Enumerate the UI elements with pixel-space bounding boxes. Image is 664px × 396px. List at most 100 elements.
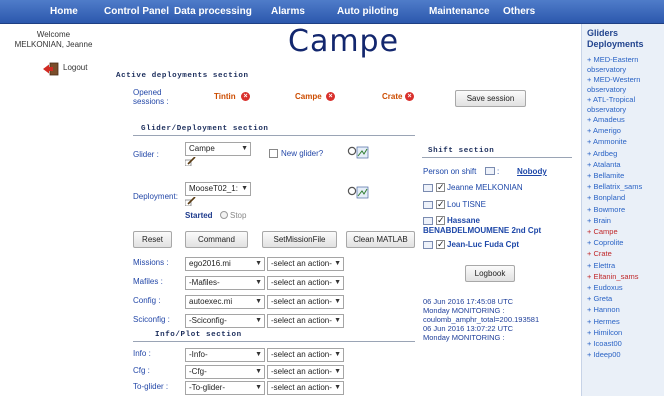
glider-list-item[interactable]: + Atalanta [587, 160, 664, 170]
chevron-down-icon: ▼ [255, 298, 262, 305]
sciconfig-select[interactable]: -Sciconfig- ▼ [185, 314, 265, 328]
command-button[interactable]: Command [185, 231, 248, 248]
glider-list-item[interactable]: + Icoast00 [587, 339, 664, 349]
close-session-tintin-icon[interactable]: × [241, 92, 250, 101]
set-mission-file-button[interactable]: SetMissionFile [262, 231, 337, 248]
glider-list-item[interactable]: + Greta [587, 294, 664, 304]
glider-list-item[interactable]: + Brain [587, 216, 664, 226]
nav-others[interactable]: Others [503, 0, 535, 24]
glider-list-item[interactable]: + Bellamite [587, 171, 664, 181]
shift-member-checkbox-1[interactable] [436, 182, 445, 193]
mafiles-select[interactable]: -Mafiles- ▼ [185, 276, 265, 290]
person-on-shift-value[interactable]: Nobody [517, 167, 547, 176]
left-user-panel: Welcome MELKONIAN, Jeanne Logout [0, 24, 107, 396]
glider-list-item[interactable]: + MED-Eastern observatory [587, 55, 664, 74]
session-tab-campe[interactable]: Campe [295, 92, 322, 101]
info-select-value: -Info- [189, 350, 208, 359]
config-action-select[interactable]: -select an action- ▼ [267, 295, 344, 309]
glider-select[interactable]: Campe ▼ [185, 142, 251, 156]
section-divider [422, 157, 572, 158]
refresh-wrench-icon[interactable] [347, 146, 369, 159]
cfg-action-select[interactable]: -select an action- ▼ [267, 365, 344, 379]
glider-list-item[interactable]: + Amerigo [587, 126, 664, 136]
glider-list-item[interactable]: + Ideep00 [587, 350, 664, 360]
glider-list-item[interactable]: + Bellatrix_sams [587, 182, 664, 192]
save-session-button[interactable]: Save session [455, 90, 526, 107]
glider-list-item[interactable]: + ATL-Tropical observatory [587, 95, 664, 114]
glider-list-item[interactable]: + Hermes [587, 317, 664, 327]
right-panel-title-line2: Deployments [587, 39, 644, 49]
chevron-down-icon: ▼ [255, 368, 262, 375]
person-card-icon [423, 217, 433, 225]
session-tab-tintin[interactable]: Tintin [214, 92, 236, 101]
close-session-campe-icon[interactable]: × [326, 92, 335, 101]
new-glider-checkbox[interactable] [269, 149, 278, 158]
mafiles-action-select[interactable]: -select an action- ▼ [267, 276, 344, 290]
glider-list-item[interactable]: + Crate [587, 249, 664, 259]
shift-member-checkbox-3[interactable] [436, 215, 445, 226]
glider-list-item[interactable]: + Amadeus [587, 115, 664, 125]
glider-list-item[interactable]: + Eudoxus [587, 283, 664, 293]
cfg-select[interactable]: -Cfg- ▼ [185, 365, 265, 379]
shift-member-checkbox-2[interactable] [436, 199, 445, 210]
nav-auto-piloting[interactable]: Auto piloting [337, 0, 399, 24]
glider-list-item[interactable]: + Bowmore [587, 205, 664, 215]
refresh-wrench-icon[interactable] [347, 186, 369, 199]
new-glider-label: New glider? [281, 149, 324, 158]
chevron-down-icon: ▼ [241, 145, 248, 152]
nav-control-panel[interactable]: Control Panel [104, 0, 169, 24]
glider-list-item[interactable]: + Hannon [587, 305, 664, 315]
config-select-value: autoexec.mi [189, 297, 233, 306]
shift-member-checkbox-4[interactable] [436, 239, 445, 250]
chevron-down-icon: ▼ [334, 384, 341, 391]
glider-list-item[interactable]: + Campe [587, 227, 664, 237]
session-tab-crate[interactable]: Crate [382, 92, 402, 101]
glider-list-item[interactable]: + MED-Western observatory [587, 75, 664, 94]
deployment-select-value: MooseT02_1: [189, 184, 238, 193]
nav-alarms[interactable]: Alarms [271, 0, 305, 24]
close-session-crate-icon[interactable]: × [405, 92, 414, 101]
edit-deployment-icon[interactable] [185, 197, 196, 206]
logout-icon[interactable] [43, 62, 59, 76]
cfg-select-value: -Cfg- [189, 367, 207, 376]
nav-maintenance[interactable]: Maintenance [429, 0, 490, 24]
chevron-down-icon: ▼ [241, 185, 248, 192]
to-glider-select[interactable]: -To-glider- ▼ [185, 381, 265, 395]
page-title: Campe [288, 24, 400, 59]
chevron-down-icon: ▼ [255, 351, 262, 358]
deployment-select[interactable]: MooseT02_1: ▼ [185, 182, 251, 196]
person-on-shift-label: Person on shift [423, 167, 477, 176]
glider-list-item[interactable]: + Elettra [587, 261, 664, 271]
to-glider-select-value: -To-glider- [189, 383, 226, 392]
chevron-down-icon: ▼ [334, 368, 341, 375]
to-glider-action-select[interactable]: -select an action- ▼ [267, 381, 344, 395]
shift-member-4: Jean-Luc Fuda Cpt [447, 240, 520, 249]
stop-radio[interactable] [220, 211, 228, 219]
stop-label: Stop [230, 211, 247, 220]
glider-list-item[interactable]: + Himilcon [587, 328, 664, 338]
sciconfig-action-select[interactable]: -select an action- ▼ [267, 314, 344, 328]
logout-link[interactable]: Logout [63, 63, 87, 72]
missions-action-select[interactable]: -select an action- ▼ [267, 257, 344, 271]
glider-list-item[interactable]: + Ammonite [587, 137, 664, 147]
reset-button[interactable]: Reset [133, 231, 172, 248]
nav-home[interactable]: Home [50, 0, 78, 24]
mafiles-select-value: -Mafiles- [189, 278, 220, 287]
clean-matlab-button[interactable]: Clean MATLAB [346, 231, 415, 248]
glider-list-item[interactable]: + Eltanin_sams [587, 272, 664, 282]
glider-deployment-heading: Glider/Deployment section [141, 125, 269, 133]
glider-list-item[interactable]: + Ardbeg [587, 149, 664, 159]
config-select[interactable]: autoexec.mi ▼ [185, 295, 265, 309]
shift-section-heading: Shift section [428, 147, 495, 155]
edit-glider-icon[interactable] [185, 157, 196, 166]
info-action-select[interactable]: -select an action- ▼ [267, 348, 344, 362]
glider-list-item[interactable]: + Coprolite [587, 238, 664, 248]
info-plot-heading: Info/Plot section [155, 331, 242, 339]
person-card-icon [423, 201, 433, 209]
log-line: 06 Jun 2016 13:07:22 UTC [423, 324, 514, 333]
nav-data-processing[interactable]: Data processing [174, 0, 252, 24]
missions-select[interactable]: ego2016.mi ▼ [185, 257, 265, 271]
info-select[interactable]: -Info- ▼ [185, 348, 265, 362]
logbook-button[interactable]: Logbook [465, 265, 515, 282]
glider-list-item[interactable]: + Bonpland [587, 193, 664, 203]
